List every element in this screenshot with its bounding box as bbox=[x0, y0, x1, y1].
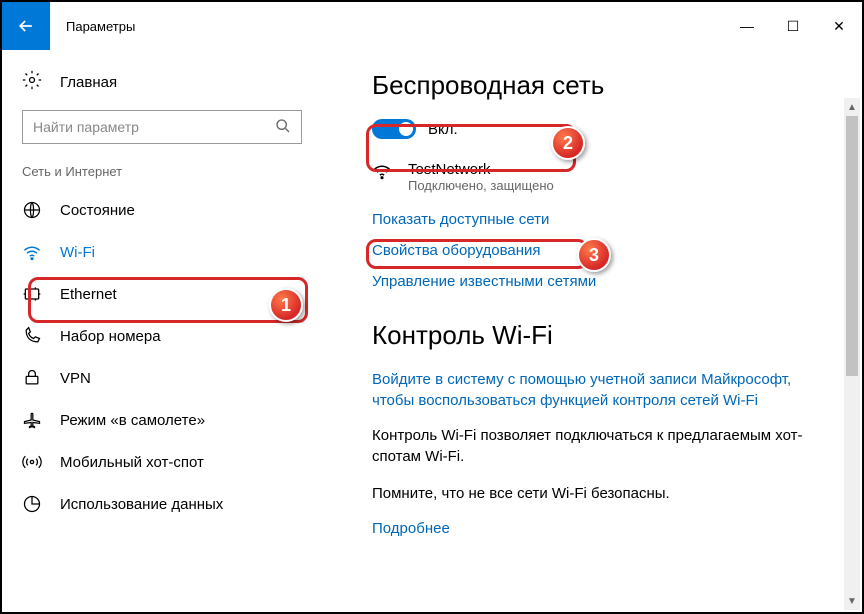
search-icon bbox=[275, 118, 291, 137]
hotspot-icon bbox=[22, 452, 42, 472]
sidebar-item-status[interactable]: Состояние bbox=[2, 189, 322, 231]
globe-icon bbox=[22, 200, 42, 220]
home-label: Главная bbox=[60, 74, 117, 91]
link-manage-known[interactable]: Управление известными сетями bbox=[372, 273, 832, 290]
nav-label: Режим «в самолете» bbox=[60, 412, 205, 429]
network-status: Подключено, защищено bbox=[408, 178, 554, 193]
wifi-icon bbox=[22, 242, 42, 262]
main-content: Беспроводная сеть Вкл. TestNetwork Подкл… bbox=[322, 50, 862, 612]
link-learn-more[interactable]: Подробнее bbox=[372, 520, 832, 537]
wifi-toggle[interactable] bbox=[372, 119, 416, 139]
search-placeholder: Найти параметр bbox=[33, 119, 139, 135]
nav-label: Wi-Fi bbox=[60, 244, 95, 261]
link-show-available[interactable]: Показать доступные сети bbox=[372, 211, 832, 228]
page-heading: Беспроводная сеть bbox=[372, 70, 832, 101]
nav-label: Мобильный хот-спот bbox=[60, 454, 204, 471]
wifi-safety-note: Помните, что не все сети Wi-Fi безопасны… bbox=[372, 483, 832, 504]
sidebar-item-dialup[interactable]: Набор номера bbox=[2, 315, 322, 357]
sidebar-item-data-usage[interactable]: Использование данных bbox=[2, 483, 322, 525]
maximize-button[interactable]: ☐ bbox=[770, 2, 816, 50]
current-network[interactable]: TestNetwork Подключено, защищено bbox=[372, 161, 832, 193]
sidebar-item-vpn[interactable]: VPN bbox=[2, 357, 322, 399]
nav-label: Ethernet bbox=[60, 286, 117, 303]
network-name: TestNetwork bbox=[408, 161, 554, 178]
wifi-toggle-label: Вкл. bbox=[428, 121, 458, 138]
nav-label: Использование данных bbox=[60, 496, 223, 513]
ethernet-icon bbox=[22, 284, 42, 304]
gear-icon bbox=[22, 70, 42, 94]
scroll-up-icon[interactable]: ▲ bbox=[844, 98, 860, 116]
window-controls: — ☐ ✕ bbox=[724, 2, 862, 50]
section-heading-wifi-control: Контроль Wi-Fi bbox=[372, 320, 832, 351]
scroll-down-icon[interactable]: ▼ bbox=[844, 592, 860, 610]
airplane-icon bbox=[22, 410, 42, 430]
window-title: Параметры bbox=[50, 2, 724, 50]
titlebar: Параметры — ☐ ✕ bbox=[2, 2, 862, 50]
scrollbar[interactable]: ▲ ▼ bbox=[844, 98, 860, 610]
data-usage-icon bbox=[22, 494, 42, 514]
sidebar-item-airplane[interactable]: Режим «в самолете» bbox=[2, 399, 322, 441]
badge-3: 3 bbox=[577, 238, 611, 272]
dialup-icon bbox=[22, 326, 42, 346]
sidebar-item-hotspot[interactable]: Мобильный хот-спот bbox=[2, 441, 322, 483]
wifi-control-desc: Контроль Wi-Fi позволяет подключаться к … bbox=[372, 425, 832, 467]
vpn-icon bbox=[22, 368, 42, 388]
home-nav[interactable]: Главная bbox=[2, 62, 322, 110]
close-button[interactable]: ✕ bbox=[816, 2, 862, 50]
sidebar: Главная Найти параметр Сеть и Интернет С… bbox=[2, 50, 322, 612]
badge-2: 2 bbox=[551, 126, 585, 160]
sidebar-item-wifi[interactable]: Wi-Fi bbox=[2, 231, 322, 273]
wifi-toggle-row: Вкл. bbox=[372, 119, 832, 139]
nav-label: VPN bbox=[60, 370, 91, 387]
back-button[interactable] bbox=[2, 2, 50, 50]
badge-1: 1 bbox=[269, 288, 303, 322]
minimize-button[interactable]: — bbox=[724, 2, 770, 50]
wifi-signal-icon bbox=[372, 161, 392, 181]
section-label: Сеть и Интернет bbox=[2, 164, 322, 189]
scroll-thumb[interactable] bbox=[846, 116, 858, 376]
nav-label: Набор номера bbox=[60, 328, 161, 345]
search-input[interactable]: Найти параметр bbox=[22, 110, 302, 144]
nav-label: Состояние bbox=[60, 202, 135, 219]
link-signin-ms[interactable]: Войдите в систему с помощью учетной запи… bbox=[372, 369, 832, 411]
